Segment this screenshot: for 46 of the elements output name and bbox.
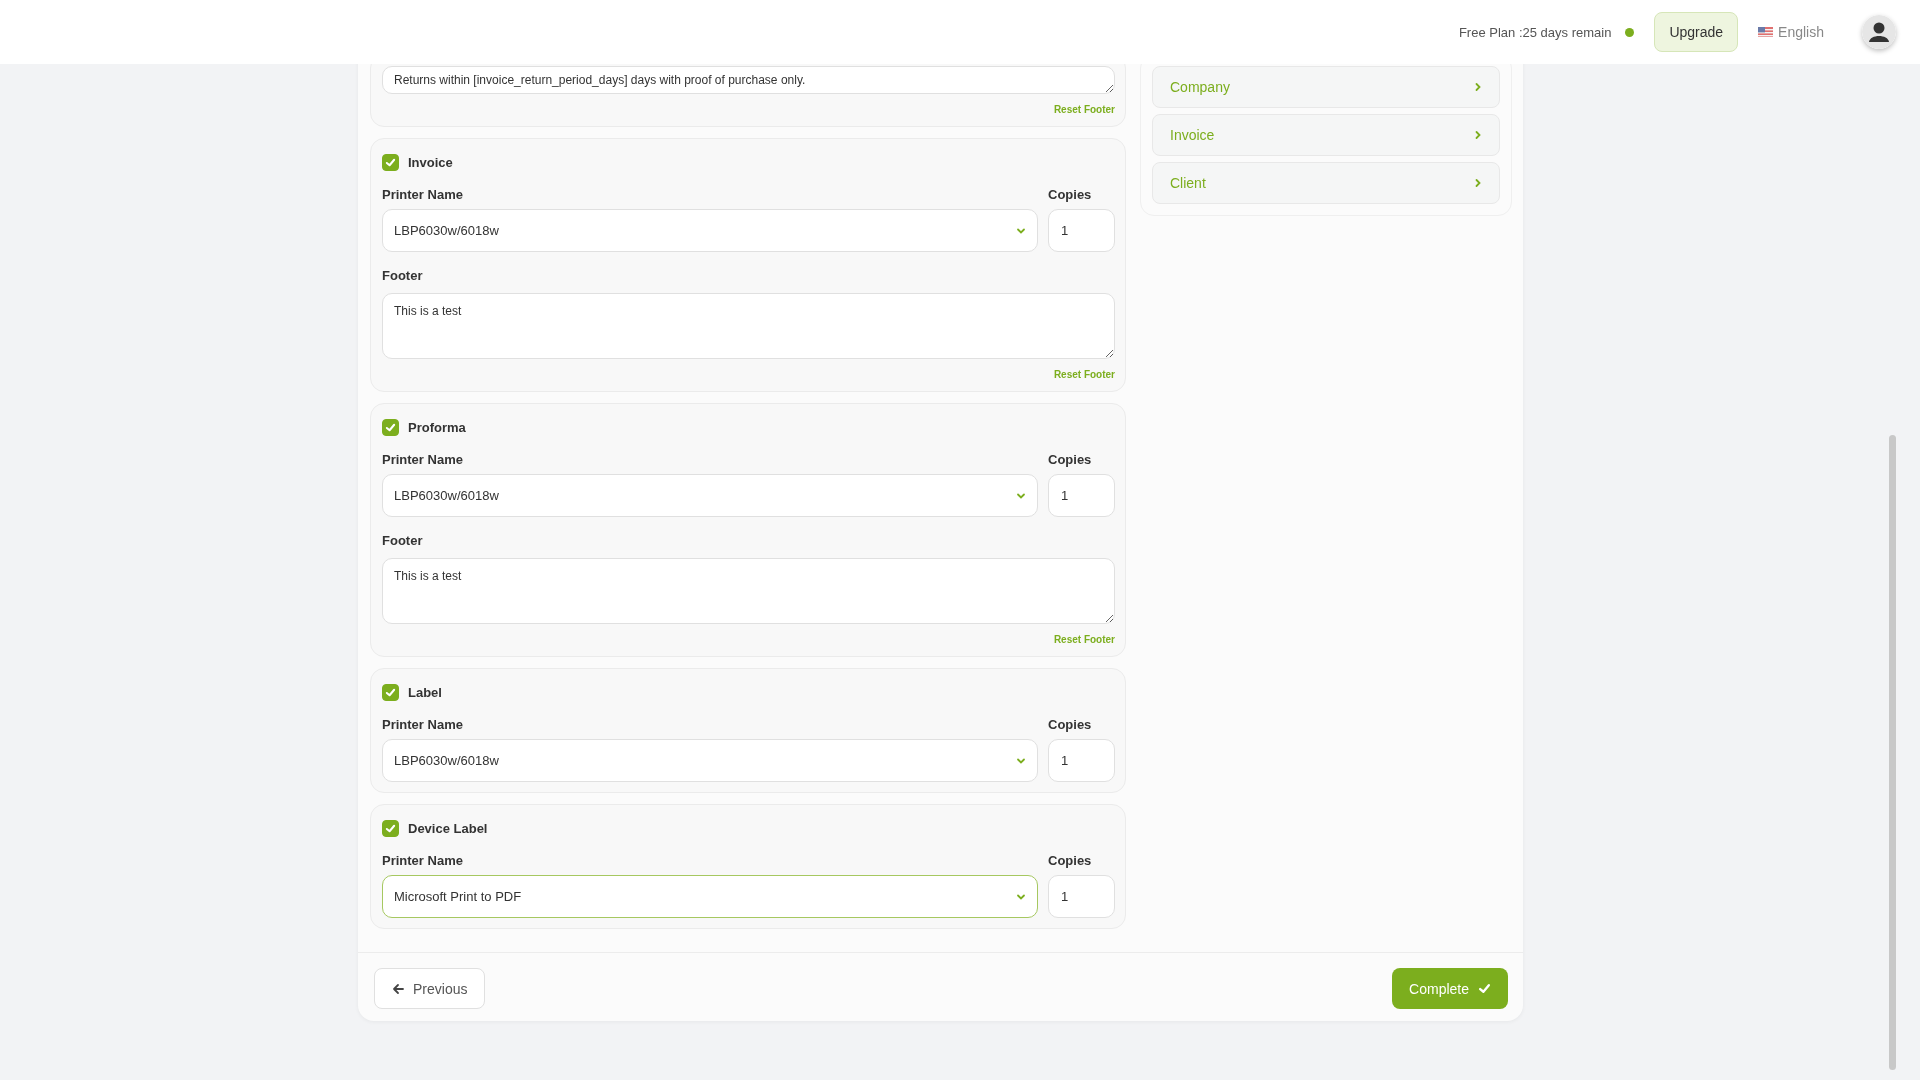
checkbox[interactable] xyxy=(382,153,399,171)
check-icon xyxy=(385,686,396,698)
copies-field[interactable]: 1 xyxy=(1048,209,1115,252)
check-icon xyxy=(385,156,396,168)
arrow-left-icon xyxy=(392,982,404,995)
check-icon xyxy=(385,421,396,433)
chevron-right-icon xyxy=(1473,82,1483,92)
chevron-right-icon xyxy=(1473,178,1483,188)
printer-select[interactable]: LBP6030w/6018w xyxy=(382,739,1038,782)
footer-field[interactable]: This is a test xyxy=(382,293,1115,359)
status-dot xyxy=(1625,27,1635,37)
footer-field[interactable]: Returns within [invoice_return_period_days] days with proof of purchase only. xyxy=(382,66,1115,94)
check-icon xyxy=(1478,982,1491,995)
section-title: Label xyxy=(408,684,442,700)
copies-field[interactable]: 1 xyxy=(1048,739,1115,782)
field-label: Footer xyxy=(382,533,424,549)
flag-icon xyxy=(1758,27,1774,37)
field-label: Copies xyxy=(1048,717,1093,733)
previous-button[interactable]: Previous xyxy=(374,968,486,1009)
printer-select[interactable]: LBP6030w/6018w xyxy=(382,474,1038,517)
plan-status: Free Plan :25 days remain xyxy=(1458,24,1612,40)
language-selector[interactable]: English xyxy=(1752,23,1830,41)
upgrade-button[interactable]: Upgrade xyxy=(1654,12,1739,52)
field-label: Copies xyxy=(1048,187,1093,203)
printer-select[interactable]: Microsoft Print to PDF xyxy=(382,875,1038,918)
checkbox[interactable] xyxy=(382,683,399,701)
scrollbar[interactable] xyxy=(1889,435,1896,1070)
field-label: Printer Name xyxy=(382,853,464,869)
section-title: Proforma xyxy=(408,419,466,435)
checkbox[interactable] xyxy=(382,819,399,837)
field-label: Copies xyxy=(1048,853,1093,869)
section-title: Invoice xyxy=(408,154,453,170)
avatar-icon[interactable] xyxy=(1862,15,1896,49)
section-title: Device Label xyxy=(408,820,488,836)
chevron-right-icon xyxy=(1473,130,1483,140)
field-label: Printer Name xyxy=(382,717,464,733)
printer-select[interactable]: LBP6030w/6018w xyxy=(382,209,1038,252)
field-label: Printer Name xyxy=(382,452,464,468)
field-label: Footer xyxy=(382,268,424,284)
copies-field[interactable]: 1 xyxy=(1048,474,1115,517)
field-label: Copies xyxy=(1048,452,1093,468)
field-label: Printer Name xyxy=(382,187,464,203)
check-icon xyxy=(385,822,396,834)
footer-field[interactable]: This is a test xyxy=(382,558,1115,624)
copies-field[interactable]: 1 xyxy=(1048,875,1115,918)
checkbox[interactable] xyxy=(382,418,399,436)
